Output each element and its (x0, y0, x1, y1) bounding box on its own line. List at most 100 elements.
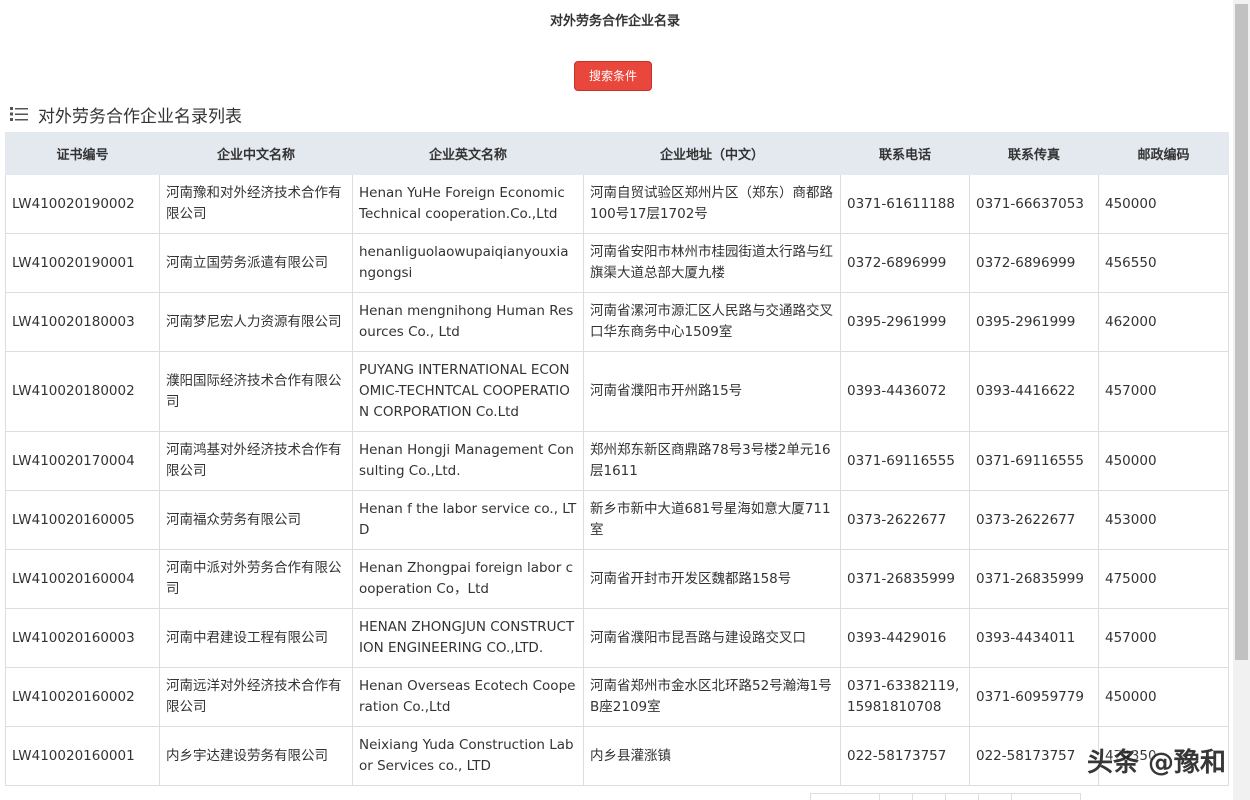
cell-fax: 0371-60959779 (970, 668, 1099, 727)
cell-phone: 022-58173757 (841, 727, 970, 786)
search-conditions-button[interactable]: 搜索条件 (574, 61, 652, 91)
cell-phone: 0371-69116555 (841, 432, 970, 491)
cell-english-name: Henan Zhongpai foreign labor cooperation… (353, 550, 584, 609)
cell-english-name: PUYANG INTERNATIONAL ECONOMIC-TECHNTCAL … (353, 352, 584, 432)
cell-phone: 0371-61611188 (841, 175, 970, 234)
cell-chinese-name: 河南中君建设工程有限公司 (160, 609, 353, 668)
cell-postcode: 462000 (1099, 293, 1229, 352)
cell-fax: 0371-26835999 (970, 550, 1099, 609)
cell-address: 河南省濮阳市昆吾路与建设路交叉口 (584, 609, 841, 668)
cell-address: 河南省开封市开发区魏都路158号 (584, 550, 841, 609)
cell-english-name: henanliguolaowupaiqianyouxiangongsi (353, 234, 584, 293)
cell-phone: 0373-2622677 (841, 491, 970, 550)
header-phone[interactable]: 联系电话 (841, 133, 970, 175)
cell-phone: 0393-4429016 (841, 609, 970, 668)
cell-cert-number: LW410020160004 (6, 550, 160, 609)
cell-postcode: 475000 (1099, 550, 1229, 609)
table-row[interactable]: LW410020160003河南中君建设工程有限公司HENAN ZHONGJUN… (6, 609, 1229, 668)
cell-chinese-name: 河南福众劳务有限公司 (160, 491, 353, 550)
table-body: LW410020190002河南豫和对外经济技术合作有限公司Henan YuHe… (6, 175, 1229, 786)
pagination-page[interactable] (978, 793, 1012, 800)
cell-cert-number: LW410020160003 (6, 609, 160, 668)
cell-chinese-name: 内乡宇达建设劳务有限公司 (160, 727, 353, 786)
cell-address: 河南省郑州市金水区北环路52号瀚海1号B座2109室 (584, 668, 841, 727)
cell-postcode: 450000 (1099, 175, 1229, 234)
cell-fax: 0371-66637053 (970, 175, 1099, 234)
table-row[interactable]: LW410020170004河南鸿基对外经济技术合作有限公司Henan Hong… (6, 432, 1229, 491)
cell-english-name: Henan f the labor service co., LTD (353, 491, 584, 550)
cell-phone: 0371-26835999 (841, 550, 970, 609)
watermark: 头条 @豫和 (1087, 742, 1226, 779)
pagination (810, 793, 1080, 800)
cell-postcode: 457000 (1099, 609, 1229, 668)
pagination-prev[interactable] (810, 793, 880, 800)
cell-phone: 0395-2961999 (841, 293, 970, 352)
table-row[interactable]: LW410020190001河南立国劳务派遣有限公司henanliguolaow… (6, 234, 1229, 293)
vertical-scrollbar[interactable] (1233, 0, 1250, 800)
header-chinese-name[interactable]: 企业中文名称 (160, 133, 353, 175)
header-english-name[interactable]: 企业英文名称 (353, 133, 584, 175)
cell-address: 内乡县灌涨镇 (584, 727, 841, 786)
cell-chinese-name: 河南中派对外劳务合作有限公司 (160, 550, 353, 609)
cell-postcode: 453000 (1099, 491, 1229, 550)
cell-address: 新乡市新中大道681号星海如意大厦711室 (584, 491, 841, 550)
pagination-page[interactable] (912, 793, 946, 800)
header-postcode[interactable]: 邮政编码 (1099, 133, 1229, 175)
cell-address: 郑州郑东新区商鼎路78号3号楼2单元16层1611 (584, 432, 841, 491)
cell-fax: 0393-4434011 (970, 609, 1099, 668)
table-row[interactable]: LW410020160001内乡宇达建设劳务有限公司Neixiang Yuda … (6, 727, 1229, 786)
table-row[interactable]: LW410020180003河南梦尼宏人力资源有限公司Henan mengnih… (6, 293, 1229, 352)
page: 对外劳务合作企业名录 搜索条件 对外劳务合作企业名录列表 (0, 0, 1250, 800)
cell-cert-number: LW410020160005 (6, 491, 160, 550)
table-row[interactable]: LW410020190002河南豫和对外经济技术合作有限公司Henan YuHe… (6, 175, 1229, 234)
cell-cert-number: LW410020190001 (6, 234, 160, 293)
list-icon (10, 106, 28, 122)
pagination-page[interactable] (945, 793, 979, 800)
pagination-page[interactable] (879, 793, 913, 800)
cell-fax: 0373-2622677 (970, 491, 1099, 550)
cell-cert-number: LW410020160002 (6, 668, 160, 727)
cell-chinese-name: 河南远洋对外经济技术合作有限公司 (160, 668, 353, 727)
header-fax[interactable]: 联系传真 (970, 133, 1099, 175)
table-header-row: 证书编号 企业中文名称 企业英文名称 企业地址（中文） 联系电话 联系传真 邮政… (6, 133, 1229, 175)
cell-chinese-name: 河南梦尼宏人力资源有限公司 (160, 293, 353, 352)
page-title: 对外劳务合作企业名录 (0, 10, 1230, 29)
list-title: 对外劳务合作企业名录列表 (38, 102, 242, 127)
cell-chinese-name: 濮阳国际经济技术合作有限公司 (160, 352, 353, 432)
cell-postcode: 456550 (1099, 234, 1229, 293)
pagination-next[interactable] (1011, 793, 1081, 800)
cell-phone: 0393-4436072 (841, 352, 970, 432)
cell-cert-number: LW410020190002 (6, 175, 160, 234)
table-row[interactable]: LW410020160002河南远洋对外经济技术合作有限公司Henan Over… (6, 668, 1229, 727)
cell-cert-number: LW410020170004 (6, 432, 160, 491)
cell-fax: 0371-69116555 (970, 432, 1099, 491)
header-cert-number[interactable]: 证书编号 (6, 133, 160, 175)
cell-english-name: HENAN ZHONGJUN CONSTRUCTION ENGINEERING … (353, 609, 584, 668)
cell-chinese-name: 河南立国劳务派遣有限公司 (160, 234, 353, 293)
cell-fax: 0395-2961999 (970, 293, 1099, 352)
list-header: 对外劳务合作企业名录列表 (10, 102, 242, 126)
cell-english-name: Neixiang Yuda Construction Labor Service… (353, 727, 584, 786)
header-address[interactable]: 企业地址（中文） (584, 133, 841, 175)
cell-english-name: Henan YuHe Foreign Economic Technical co… (353, 175, 584, 234)
cell-postcode: 450000 (1099, 668, 1229, 727)
scrollbar-thumb[interactable] (1235, 4, 1248, 660)
cell-address: 河南自贸试验区郑州片区（郑东）商都路100号17层1702号 (584, 175, 841, 234)
table-row[interactable]: LW410020180002濮阳国际经济技术合作有限公司PUYANG INTER… (6, 352, 1229, 432)
cell-address: 河南省安阳市林州市桂园街道太行路与红旗渠大道总部大厦九楼 (584, 234, 841, 293)
cell-english-name: Henan Hongji Management Consulting Co.,L… (353, 432, 584, 491)
cell-address: 河南省濮阳市开州路15号 (584, 352, 841, 432)
enterprise-table: 证书编号 企业中文名称 企业英文名称 企业地址（中文） 联系电话 联系传真 邮政… (5, 132, 1229, 786)
cell-chinese-name: 河南豫和对外经济技术合作有限公司 (160, 175, 353, 234)
cell-fax: 022-58173757 (970, 727, 1099, 786)
cell-phone: 0371-63382119,15981810708 (841, 668, 970, 727)
cell-english-name: Henan Overseas Ecotech Cooperation Co.,L… (353, 668, 584, 727)
cell-postcode: 457000 (1099, 352, 1229, 432)
table-row[interactable]: LW410020160005河南福众劳务有限公司Henan f the labo… (6, 491, 1229, 550)
table-row[interactable]: LW410020160004河南中派对外劳务合作有限公司Henan Zhongp… (6, 550, 1229, 609)
enterprise-table-container: 证书编号 企业中文名称 企业英文名称 企业地址（中文） 联系电话 联系传真 邮政… (5, 132, 1228, 786)
cell-postcode: 450000 (1099, 432, 1229, 491)
cell-phone: 0372-6896999 (841, 234, 970, 293)
cell-fax: 0372-6896999 (970, 234, 1099, 293)
cell-cert-number: LW410020180002 (6, 352, 160, 432)
